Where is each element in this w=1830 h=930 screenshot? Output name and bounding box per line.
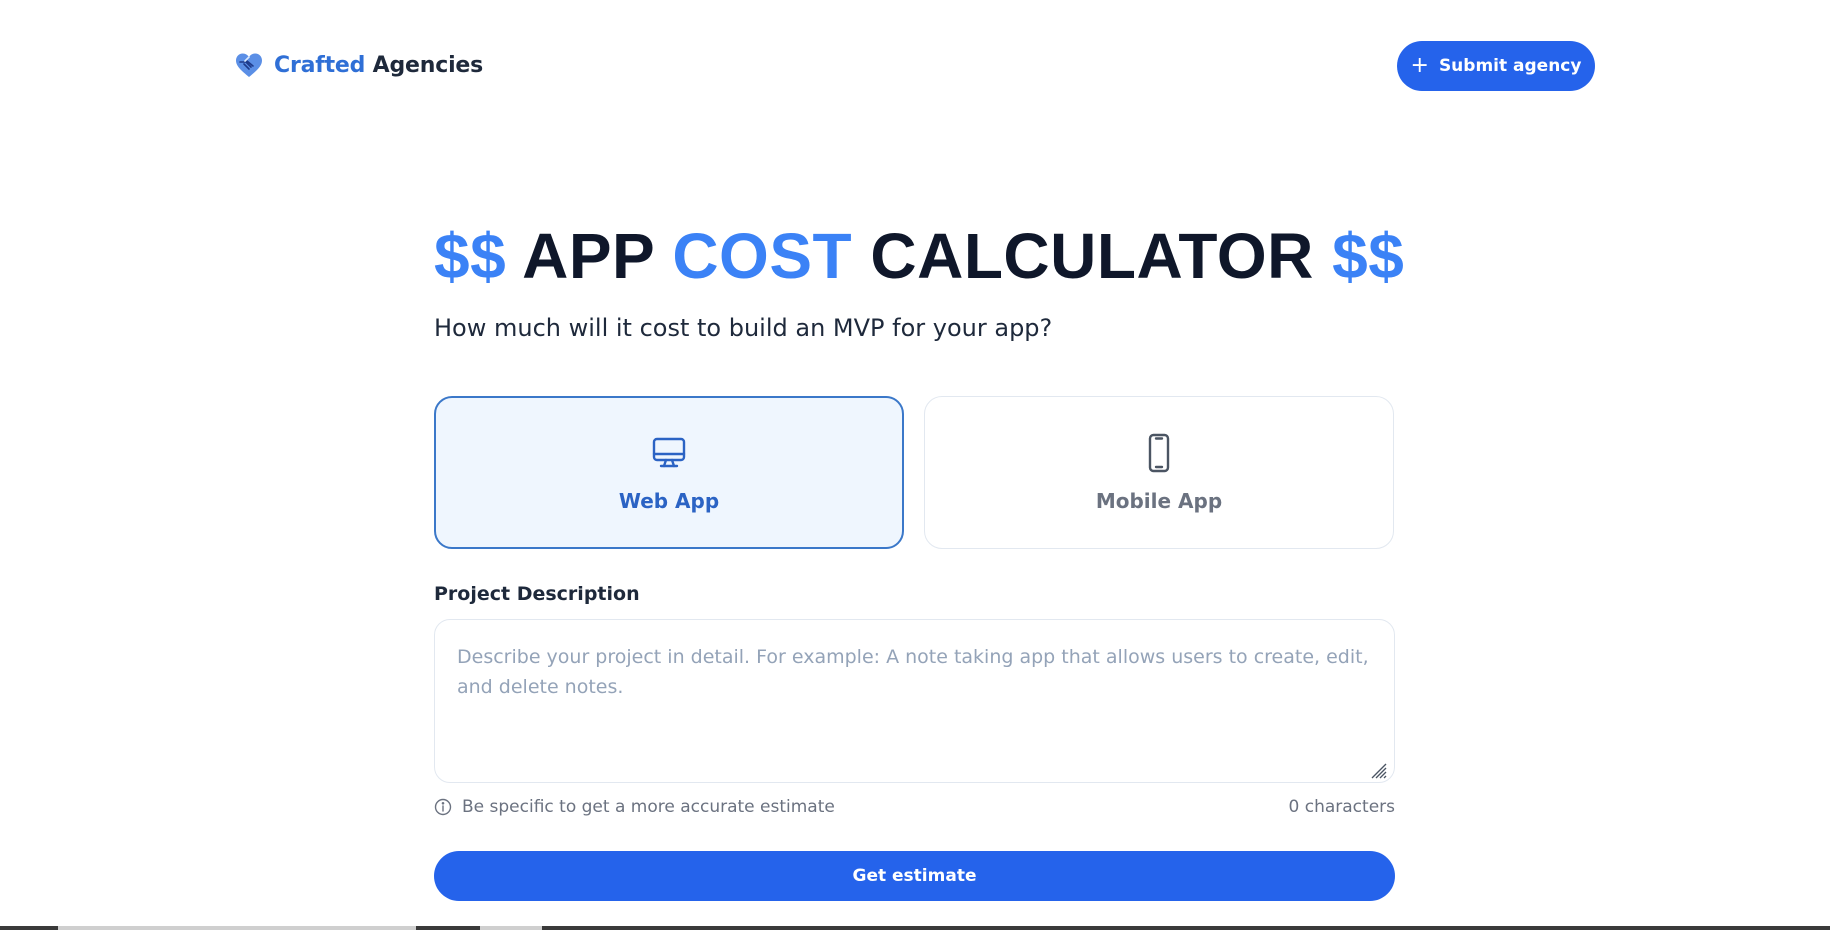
app-type-options: Web App Mobile App bbox=[434, 396, 1395, 549]
bottom-strip-segment bbox=[58, 926, 416, 930]
submit-agency-label: Submit agency bbox=[1438, 56, 1582, 76]
title-dollars-right: $$ bbox=[1332, 220, 1405, 292]
option-web-app[interactable]: Web App bbox=[434, 396, 904, 549]
page: Crafted Agencies + Submit agency $$ APP … bbox=[0, 0, 1830, 930]
page-title: $$ APP COST CALCULATOR $$ bbox=[434, 220, 1404, 292]
option-mobile-app[interactable]: Mobile App bbox=[924, 396, 1394, 549]
bottom-edge-strip bbox=[0, 926, 1830, 930]
smartphone-icon bbox=[1148, 433, 1170, 472]
title-dollars-left: $$ bbox=[434, 220, 507, 292]
title-cost: COST bbox=[672, 220, 853, 292]
heart-handshake-icon bbox=[236, 53, 262, 77]
monitor-icon bbox=[652, 437, 686, 467]
page-subtitle: How much will it cost to build an MVP fo… bbox=[434, 314, 1053, 342]
calculator-section: $$ APP COST CALCULATOR $$ How much will … bbox=[434, 220, 1404, 901]
project-description-label: Project Description bbox=[434, 583, 640, 605]
character-count: 0 characters bbox=[1288, 797, 1395, 817]
resize-handle-icon[interactable] bbox=[1369, 761, 1387, 779]
info-icon bbox=[434, 798, 452, 816]
get-estimate-button[interactable]: Get estimate bbox=[434, 851, 1395, 901]
description-hint-row: Be specific to get a more accurate estim… bbox=[434, 797, 1395, 817]
description-hint: Be specific to get a more accurate estim… bbox=[434, 797, 835, 817]
option-web-app-label: Web App bbox=[618, 488, 720, 513]
project-description-input[interactable] bbox=[434, 619, 1395, 783]
logo-text: Crafted Agencies bbox=[274, 53, 483, 78]
option-mobile-app-label: Mobile App bbox=[1095, 488, 1223, 513]
submit-agency-button[interactable]: + Submit agency bbox=[1397, 41, 1595, 91]
logo-text-agencies: Agencies bbox=[372, 52, 484, 78]
logo[interactable]: Crafted Agencies bbox=[234, 50, 483, 80]
title-calculator: CALCULATOR bbox=[870, 220, 1314, 292]
description-hint-text: Be specific to get a more accurate estim… bbox=[462, 797, 835, 817]
plus-icon: + bbox=[1410, 53, 1429, 78]
logo-text-crafted: Crafted bbox=[274, 52, 366, 78]
bottom-strip-segment bbox=[480, 926, 542, 930]
title-app: APP bbox=[522, 220, 655, 292]
project-description-wrapper bbox=[434, 619, 1395, 787]
